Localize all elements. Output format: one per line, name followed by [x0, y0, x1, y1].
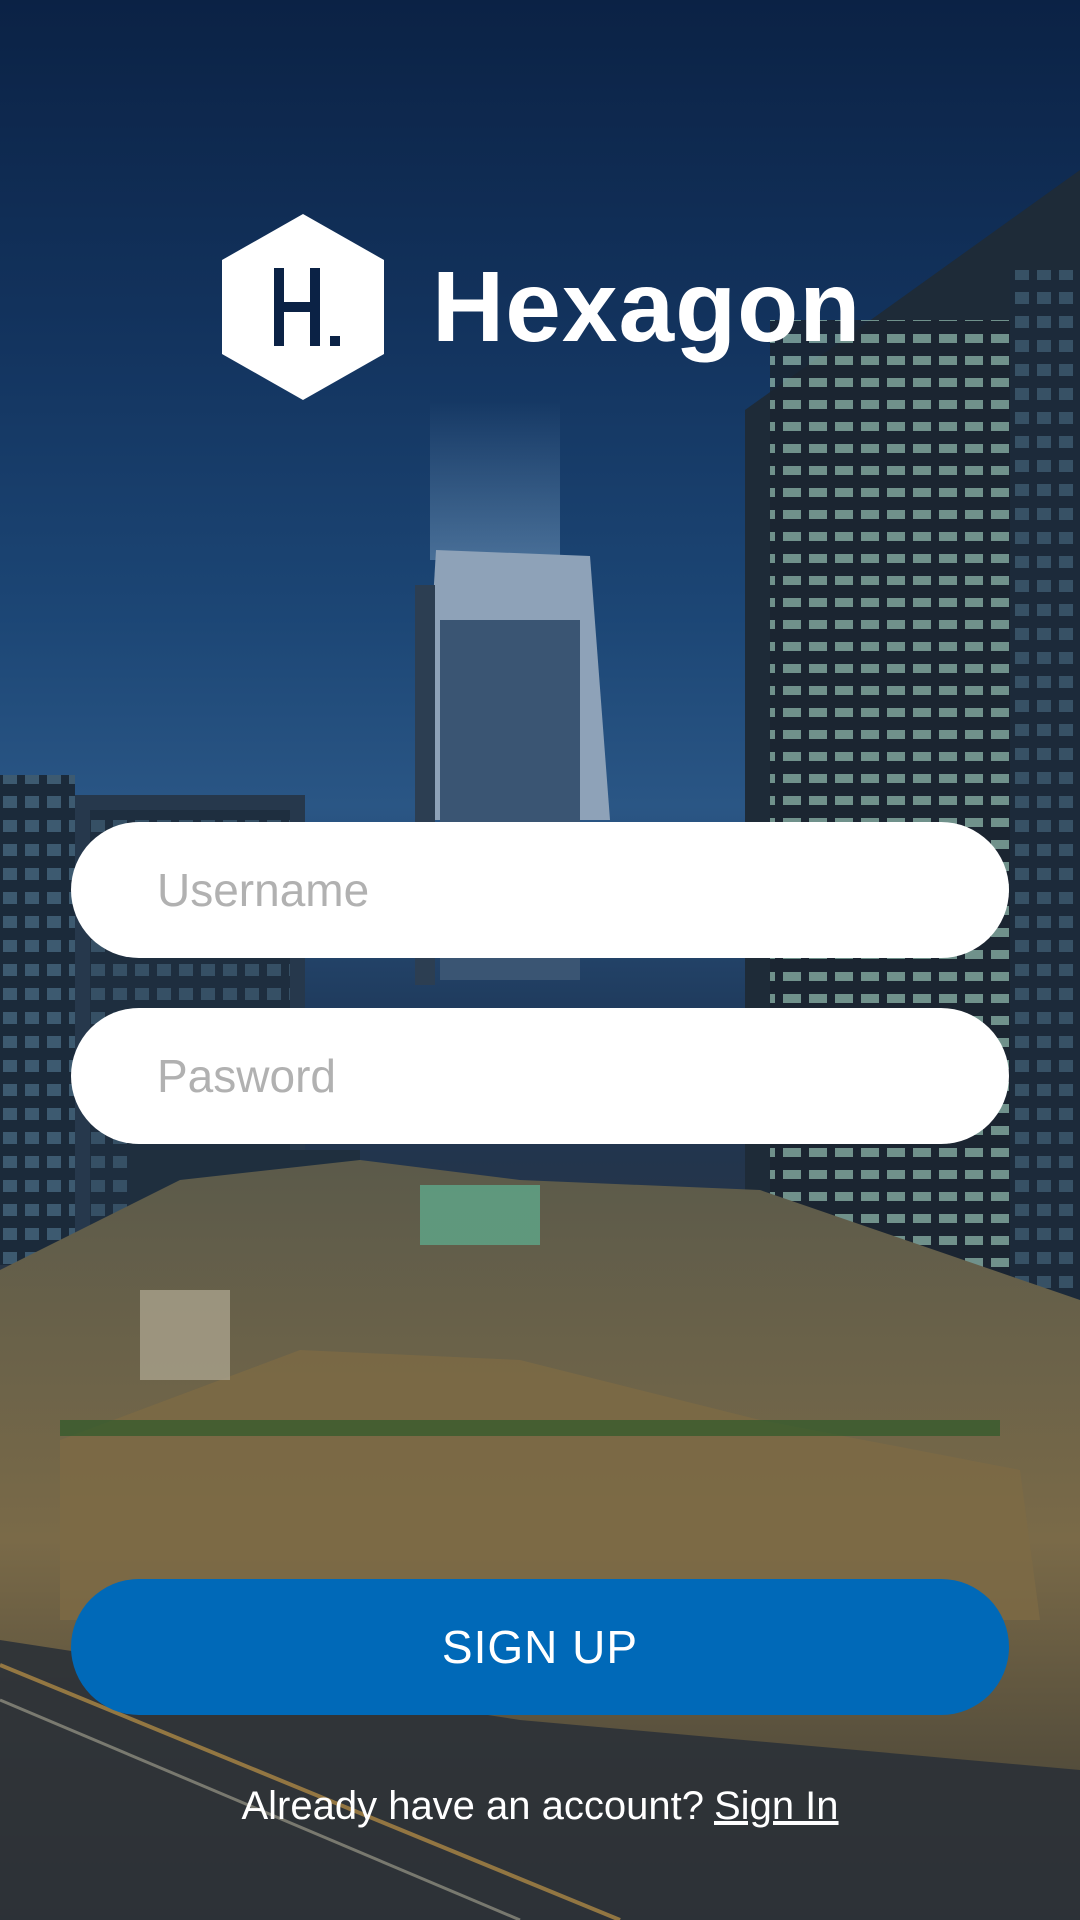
brand-logo: Hexagon: [218, 212, 868, 402]
sign-in-prompt-text: Already have an account?: [241, 1784, 704, 1828]
signup-screen: Hexagon SIGN UP Already have an account?…: [0, 0, 1080, 1920]
password-input[interactable]: [71, 1008, 1009, 1144]
sign-in-prompt: Already have an account? Sign In: [0, 1784, 1080, 1829]
brand-name: Hexagon: [432, 251, 862, 363]
sign-in-link[interactable]: Sign In: [714, 1784, 839, 1828]
username-input[interactable]: [71, 822, 1009, 958]
hexagon-logo-icon: [222, 214, 384, 400]
sign-up-button[interactable]: SIGN UP: [71, 1579, 1009, 1715]
